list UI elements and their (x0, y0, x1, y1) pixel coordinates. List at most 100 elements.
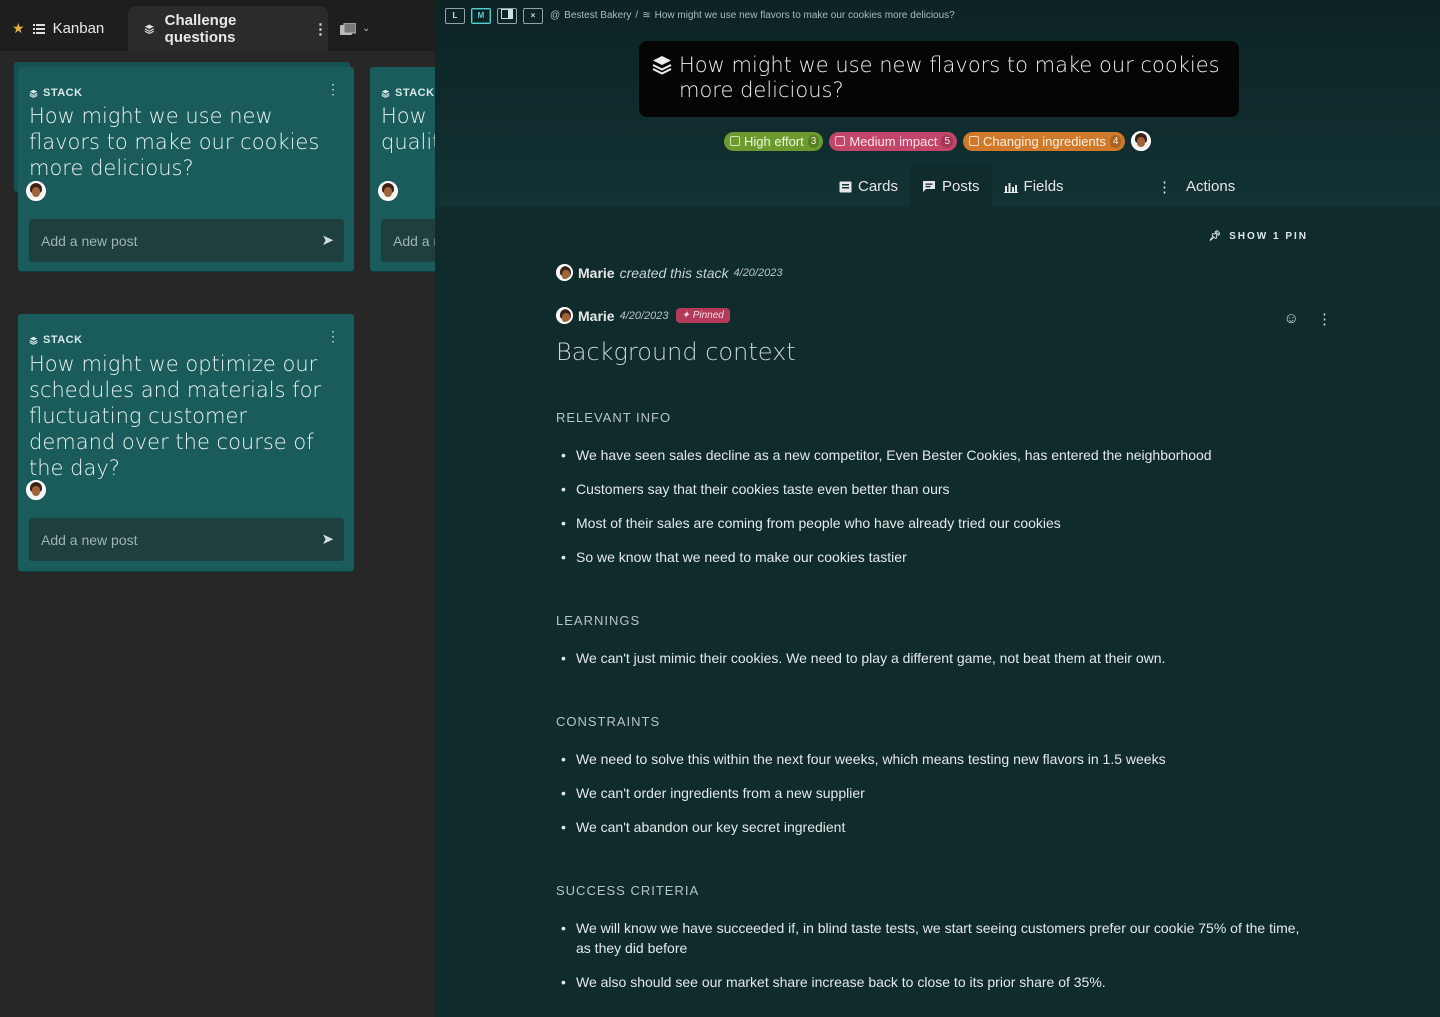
activity-action: created this stack (619, 264, 729, 281)
send-icon[interactable]: ➤ (321, 231, 334, 249)
card-kind-label: STACK (43, 334, 83, 346)
avatar (26, 181, 46, 201)
card-menu-icon[interactable]: ⋮ (326, 81, 340, 98)
tag-high-effort[interactable]: High effort 3 (724, 131, 824, 151)
tag-label: Changing ingredients (983, 133, 1106, 149)
post-actions: ☺ ⋮ (1284, 310, 1332, 328)
list-item: We can't abandon our key secret ingredie… (556, 817, 1316, 837)
add-post-input[interactable]: Add a r (381, 219, 435, 262)
tab-posts[interactable]: Posts (910, 166, 992, 207)
list-item: We can't just mimic their cookies. We ne… (556, 648, 1316, 668)
post-header: Marie 4/20/2023 ✦ Pinned (556, 307, 1316, 324)
star-icon[interactable]: ★ (12, 20, 25, 37)
tag-changing-ingredients[interactable]: Changing ingredients 4 (963, 131, 1126, 151)
card-title[interactable]: How might we use new flavors to make our… (29, 103, 349, 181)
tag-medium-impact[interactable]: Medium impact 5 (829, 131, 958, 151)
pin-icon: ✦ (681, 310, 690, 321)
stack-card[interactable]: STACK ⋮ How might we use new flavors to … (18, 67, 354, 271)
add-reaction-icon[interactable]: ☺ (1284, 310, 1299, 328)
breadcrumb-separator: / (635, 10, 639, 21)
tab-cards[interactable]: Cards (827, 166, 910, 207)
stack-detail-panel: L M × @ Bestest Bakery / ≋ How might we … (435, 0, 1440, 1017)
section-list: We have seen sales decline as a new comp… (556, 445, 1316, 567)
tab-fields[interactable]: Fields (992, 166, 1076, 207)
breadcrumb-page[interactable]: How might we use new flavors to make our… (655, 10, 955, 21)
pinned-label: Pinned (692, 310, 724, 321)
list-item: We need to solve this within the next fo… (556, 749, 1316, 769)
section-list: We will know we have succeeded if, in bl… (556, 918, 1316, 992)
list-item: Most of their sales are coming from peop… (556, 513, 1316, 533)
side-panel-icon (501, 9, 513, 19)
actions-menu[interactable]: ⋮ Actions (1157, 166, 1235, 207)
stack-icon (29, 89, 38, 98)
tab-fields-label: Fields (1023, 178, 1064, 195)
tab-cards-label: Cards (858, 178, 899, 195)
list-icon (32, 23, 45, 34)
card-kind-label: STACK (43, 87, 83, 99)
activity-author[interactable]: Marie (578, 265, 615, 281)
post-date: 4/20/2023 (619, 309, 669, 322)
stack-card-partial[interactable]: STACK How r qualit Add a r (370, 67, 435, 271)
cards-icon (839, 181, 852, 192)
activity-created: Marie created this stack 4/20/2023 (556, 264, 1316, 281)
activity-date: 4/20/2023 (733, 266, 783, 279)
pin-icon: 📌︎ (1208, 231, 1224, 242)
add-post-input[interactable]: Add a new post ➤ (29, 219, 344, 262)
stack-icon (652, 56, 672, 75)
posts-icon (923, 181, 936, 192)
list-item: So we know that we need to make our cook… (556, 547, 1316, 567)
card-title[interactable]: How might we optimize our schedules and … (29, 351, 329, 481)
avatar (378, 181, 398, 201)
kanban-board: ★ Kanban Challenge questions ⋮ ⌄ STACK ⋮… (0, 0, 435, 1017)
tab-kanban[interactable]: ★ Kanban (12, 6, 104, 51)
panel-size-controls: L M × (445, 8, 543, 24)
size-large-button[interactable]: L (445, 8, 465, 24)
tab-posts-label: Posts (942, 178, 980, 195)
tab-challenge-questions[interactable]: Challenge questions ⋮ (128, 6, 328, 51)
tag-count: 3 (807, 134, 820, 148)
stack-title-box[interactable]: How might we use new flavors to make our… (639, 41, 1239, 117)
card-menu-icon[interactable]: ⋮ (326, 328, 340, 345)
add-view-icon (340, 22, 356, 35)
add-post-placeholder: Add a new post (41, 233, 138, 249)
tag-count: 5 (941, 134, 954, 148)
show-pins-label: SHOW 1 PIN (1229, 231, 1308, 242)
add-view-dropdown[interactable]: ⌄ (340, 6, 370, 51)
post-menu-icon[interactable]: ⋮ (1317, 310, 1332, 328)
list-item: We will know we have succeeded if, in bl… (556, 918, 1316, 958)
add-post-input[interactable]: Add a new post ➤ (29, 518, 344, 561)
stack-title[interactable]: How might we use new flavors to make our… (679, 53, 1229, 103)
side-panel-button[interactable] (497, 8, 517, 24)
show-pins-button[interactable]: 📌︎ SHOW 1 PIN (1208, 231, 1308, 242)
actions-label: Actions (1186, 178, 1236, 195)
view-tabbar: ★ Kanban Challenge questions ⋮ ⌄ (0, 0, 435, 51)
pinned-badge[interactable]: ✦ Pinned (675, 308, 730, 323)
tab-challenge-questions-label: Challenge questions (164, 11, 237, 46)
kebab-icon: ⋮ (1157, 178, 1172, 196)
stack-header: L M × @ Bestest Bakery / ≋ How might we … (435, 0, 1440, 207)
stack-card[interactable]: STACK ⋮ How might we optimize our schedu… (18, 314, 354, 571)
size-medium-button[interactable]: M (471, 8, 491, 24)
avatar[interactable] (1131, 131, 1152, 151)
card-kind: STACK (29, 87, 83, 99)
list-item: We also should see our market share incr… (556, 972, 1316, 992)
close-button[interactable]: × (523, 8, 543, 24)
breadcrumb-workspace[interactable]: Bestest Bakery (564, 10, 631, 21)
tag-label: Medium impact (849, 133, 938, 149)
stack-icon (381, 89, 390, 98)
add-post-placeholder: Add a new post (41, 532, 138, 548)
send-icon[interactable]: ➤ (321, 530, 334, 548)
section-title: RELEVANT INFO (556, 410, 672, 425)
tag-count: 4 (1109, 134, 1122, 148)
list-item: Customers say that their cookies taste e… (556, 479, 1316, 499)
post-author[interactable]: Marie (578, 308, 615, 324)
section-list: We can't just mimic their cookies. We ne… (556, 648, 1316, 668)
tag-icon (835, 136, 846, 146)
section-title: LEARNINGS (556, 613, 641, 628)
card-kind: STACK (29, 334, 83, 346)
tag-label: High effort (744, 133, 804, 149)
tag-icon (969, 136, 980, 146)
list-item: We have seen sales decline as a new comp… (556, 445, 1316, 465)
card-title[interactable]: How r qualit (381, 103, 435, 155)
tab-menu-icon[interactable]: ⋮ (313, 20, 328, 38)
